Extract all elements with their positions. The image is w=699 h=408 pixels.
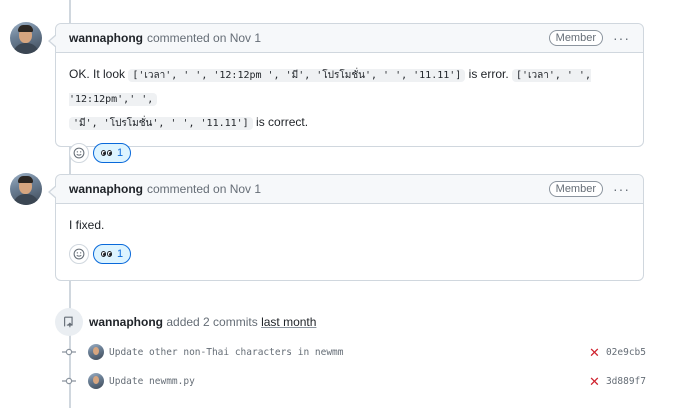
avatar[interactable] (10, 22, 42, 54)
eyes-icon (101, 251, 112, 257)
event-text: wannaphong added 2 commits last month (89, 315, 316, 329)
event-time-link[interactable]: last month (261, 315, 316, 329)
comment-body: OK. It look ['เวลา', ' ', '12:12pm ', 'ม… (56, 53, 643, 135)
commit-row: Update newmm.py ✕ 3d889f7 (62, 372, 646, 390)
reactions-bar: 1 (56, 135, 643, 175)
kebab-horizontal-icon[interactable]: ··· (613, 182, 630, 196)
comment-text: is error. (468, 67, 509, 81)
comment-body: I fixed. (56, 204, 643, 236)
kebab-horizontal-icon[interactable]: ··· (613, 31, 630, 45)
comment-header: wannaphong commented on Nov 1 Member ··· (56, 175, 643, 204)
comment: wannaphong commented on Nov 1 Member ···… (48, 23, 644, 163)
comment-text: OK. It look (69, 67, 126, 81)
eyes-reaction-button[interactable]: 1 (93, 143, 132, 163)
avatar[interactable] (10, 173, 42, 205)
timeline-line (69, 0, 71, 24)
comment-text: is correct. (256, 115, 309, 129)
smiley-icon[interactable] (69, 244, 89, 264)
repo-push-icon (55, 308, 83, 336)
eyes-icon (101, 150, 112, 156)
inline-code: ['เวลา', ' ', '12:12pm ', 'มี', 'โปรโมชั… (128, 69, 466, 82)
comment-timestamp[interactable]: commented on Nov 1 (147, 31, 261, 45)
inline-code: 'มี', 'โปรโมชั่น', ' ', '11.11'] (69, 117, 253, 130)
commit-author-avatar[interactable] (88, 373, 104, 389)
comment: wannaphong commented on Nov 1 Member ···… (48, 174, 644, 281)
timeline-event: wannaphong added 2 commits last month (55, 308, 316, 336)
smiley-icon[interactable] (69, 143, 89, 163)
comment-author-link[interactable]: wannaphong (69, 182, 143, 196)
eyes-reaction-button[interactable]: 1 (93, 244, 132, 264)
comment-text: I fixed. (69, 218, 105, 232)
git-commit-icon (62, 345, 76, 359)
x-icon[interactable]: ✕ (589, 375, 600, 388)
reactions-bar: 1 (56, 236, 643, 276)
commit-message-link[interactable]: Update newmm.py (109, 376, 195, 387)
commit-row: Update other non-Thai characters in newm… (62, 343, 646, 361)
commit-sha-link[interactable]: 02e9cb5 (606, 347, 646, 358)
comment-author-link[interactable]: wannaphong (69, 31, 143, 45)
member-badge: Member (548, 181, 603, 197)
reaction-count: 1 (117, 147, 124, 159)
git-commit-icon (62, 374, 76, 388)
event-author-link[interactable]: wannaphong (89, 315, 163, 329)
commit-message-link[interactable]: Update other non-Thai characters in newm… (109, 347, 344, 358)
comment-header: wannaphong commented on Nov 1 Member ··· (56, 24, 643, 53)
member-badge: Member (548, 30, 603, 46)
event-action: added 2 commits (166, 315, 258, 329)
comment-timestamp[interactable]: commented on Nov 1 (147, 182, 261, 196)
reaction-count: 1 (117, 248, 124, 260)
commit-sha-link[interactable]: 3d889f7 (606, 376, 646, 387)
x-icon[interactable]: ✕ (589, 346, 600, 359)
commit-author-avatar[interactable] (88, 344, 104, 360)
